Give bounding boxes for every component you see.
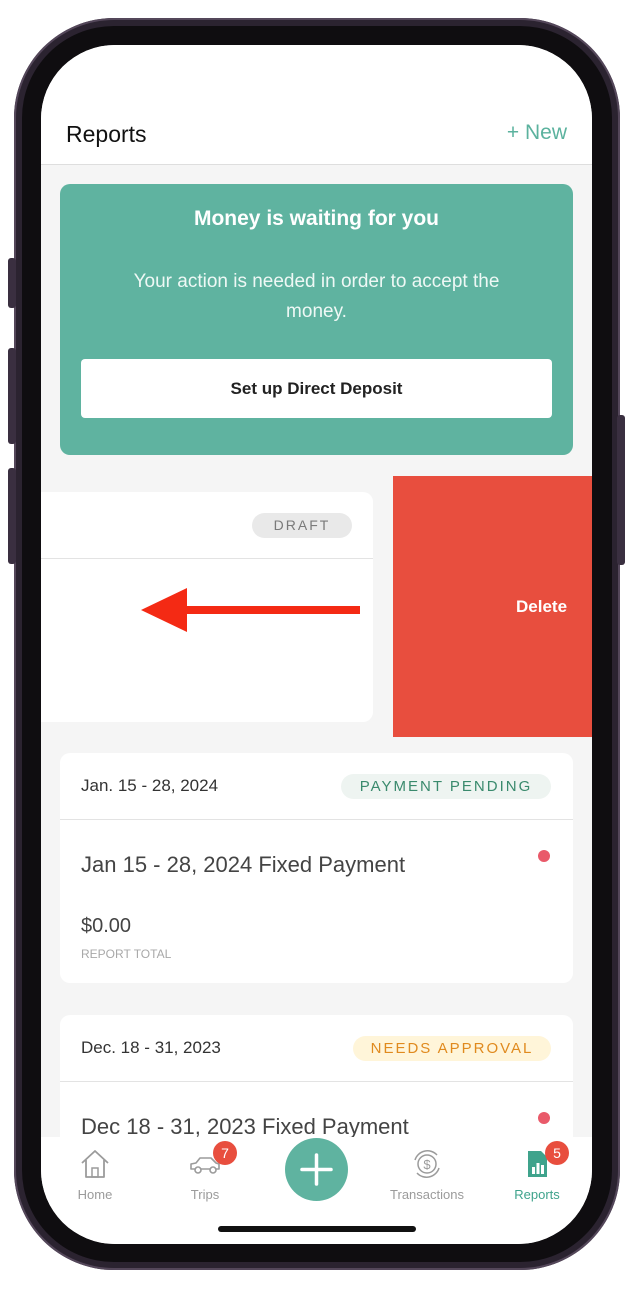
report-date-range: Dec. 18 - 31, 2023 — [81, 1038, 221, 1057]
delete-label: Delete — [516, 597, 568, 616]
power-button — [617, 415, 625, 565]
setup-direct-deposit-button[interactable]: Set up Direct Deposit — [81, 359, 552, 418]
dollar-exchange-icon: $ — [414, 1150, 440, 1178]
direct-deposit-promo: Money is waiting for you Your action is … — [60, 184, 573, 455]
trips-badge: 7 — [213, 1141, 237, 1165]
reports-badge: 5 — [545, 1141, 569, 1165]
swipe-left-arrow-icon — [141, 588, 360, 632]
promo-title: Money is waiting for you — [193, 207, 440, 230]
volume-down-button — [8, 468, 16, 564]
plus-icon — [300, 1153, 333, 1186]
unread-dot-icon — [538, 1112, 550, 1124]
app-screen: Reports + New Money is waiting for you Y… — [41, 45, 592, 1244]
report-amount: $0.00 — [81, 915, 132, 937]
volume-up-button — [8, 348, 16, 444]
status-badge: NEEDS APPROVAL — [353, 1036, 551, 1061]
report-date-range: Jan. 15 - 28, 2024 — [81, 776, 219, 795]
tab-reports[interactable]: 5 Reports — [487, 1141, 587, 1217]
svg-text:$: $ — [423, 1157, 431, 1172]
tab-transactions[interactable]: $ Transactions — [377, 1147, 477, 1217]
card-divider — [41, 558, 373, 559]
home-icon — [81, 1150, 109, 1178]
page-title: Reports — [66, 121, 147, 147]
tab-label: Reports — [514, 1187, 560, 1202]
new-report-button[interactable]: + New — [507, 121, 567, 145]
home-indicator — [218, 1226, 416, 1232]
tab-label: Trips — [190, 1187, 220, 1202]
tab-label: Transactions — [390, 1187, 464, 1202]
mute-switch — [8, 258, 16, 308]
status-badge: PAYMENT PENDING — [341, 774, 551, 799]
promo-text: Your action is needed in order to accept… — [133, 271, 500, 322]
tab-home[interactable]: Home — [45, 1147, 145, 1217]
card-divider — [60, 819, 573, 820]
report-card[interactable]: Jan. 15 - 28, 2024 PAYMENT PENDING Jan 1… — [60, 753, 573, 983]
report-amount-label: REPORT TOTAL — [81, 947, 172, 961]
add-fab-button[interactable] — [285, 1138, 348, 1201]
nav-header: Reports + New — [41, 45, 592, 165]
tab-label: Home — [77, 1187, 113, 1202]
report-title: Jan 15 - 28, 2024 Fixed Payment — [81, 852, 406, 877]
card-divider — [60, 1081, 573, 1082]
status-badge: DRAFT — [252, 513, 352, 538]
tab-trips[interactable]: 7 Trips — [155, 1141, 255, 1217]
delete-action[interactable]: Delete — [393, 476, 592, 737]
unread-dot-icon — [538, 850, 550, 862]
